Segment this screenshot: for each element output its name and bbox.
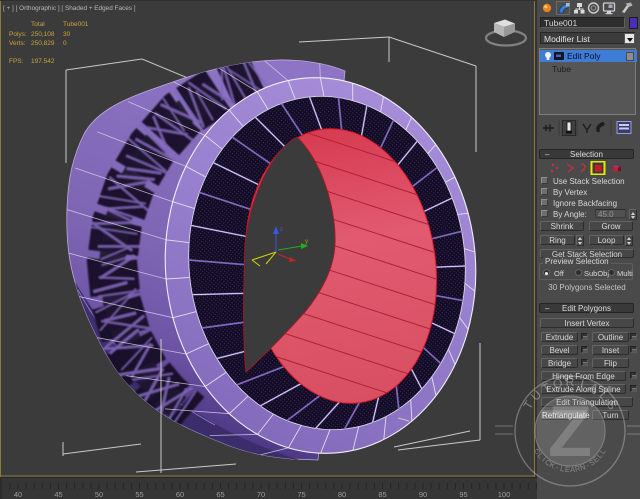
svg-text:250,829: 250,829: [31, 40, 55, 47]
svg-text:60: 60: [176, 490, 184, 499]
svg-text:90: 90: [419, 490, 427, 499]
svg-text:55: 55: [135, 490, 143, 499]
svg-text:z: z: [280, 227, 283, 233]
svg-text:Verts:: Verts:: [9, 40, 26, 47]
svg-text:85: 85: [378, 490, 386, 499]
svg-text:Total: Total: [31, 21, 45, 28]
svg-text:50: 50: [95, 490, 103, 499]
svg-text:80: 80: [338, 490, 346, 499]
svg-text:[ + ] [ Orthographic ] [ Shade: [ + ] [ Orthographic ] [ Shaded + Edged …: [3, 5, 136, 12]
svg-text:45: 45: [54, 490, 62, 499]
svg-text:100: 100: [498, 490, 511, 499]
svg-text:FPS:: FPS:: [9, 58, 24, 65]
svg-text:y: y: [305, 239, 308, 245]
svg-text:0: 0: [63, 40, 67, 47]
svg-text:30: 30: [63, 31, 71, 38]
svg-text:250,108: 250,108: [31, 31, 55, 38]
svg-text:75: 75: [297, 490, 305, 499]
svg-text:Tube001: Tube001: [63, 21, 89, 28]
svg-text:Polys:: Polys:: [9, 31, 27, 38]
svg-text:197.542: 197.542: [31, 58, 55, 65]
svg-text:70: 70: [257, 490, 265, 499]
svg-text:40: 40: [14, 490, 22, 499]
svg-text:65: 65: [216, 490, 224, 499]
svg-text:95: 95: [459, 490, 467, 499]
